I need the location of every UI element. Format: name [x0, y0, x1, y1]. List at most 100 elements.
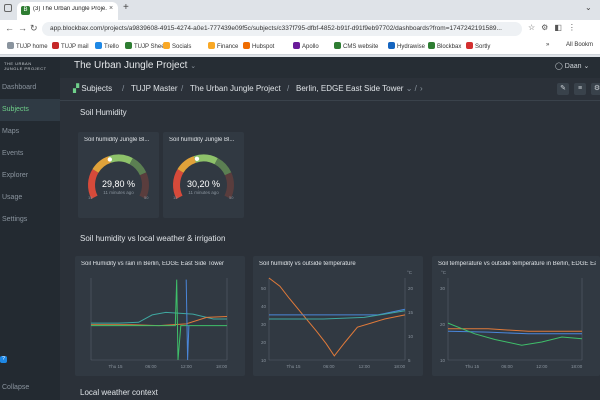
edit-icon[interactable]: ✎ [557, 83, 569, 95]
line-chart-card[interactable]: Soil humidity vs outside temperature Thu … [253, 256, 423, 376]
user-icon: ◯ [555, 63, 563, 70]
bookmark-item[interactable]: Apollo [293, 42, 319, 50]
chevron-down-icon: ⌄ / [405, 84, 417, 93]
address-bar: ← → ↻ app.blockbax.com/projects/a9839608… [0, 20, 600, 38]
bookmark-item[interactable]: Hubspot [243, 42, 274, 50]
bookmark-item[interactable]: Finance [208, 42, 238, 50]
blockbax-favicon-icon: B [21, 6, 30, 15]
user-menu[interactable]: ◯ Daan ⌄ [555, 62, 589, 70]
gauge-card[interactable]: Soil humidity Jungle Bl... 29,80 % 11 minu… [78, 132, 159, 218]
y-tick-label: 10 [440, 358, 446, 363]
breadcrumb-project[interactable]: The Urban Jungle Project [190, 84, 281, 93]
extension-icons[interactable]: ☆⚙◧⋮ [528, 23, 582, 32]
gauge-card[interactable]: Soil humidity Jungle Bl... 30,20 % 11 minu… [163, 132, 244, 218]
series-line [91, 316, 228, 327]
project-switcher[interactable]: The Urban Jungle Project ⌄ [74, 60, 196, 71]
breadcrumb-separator: / [287, 84, 290, 93]
bookmark-item[interactable]: TUJP home [7, 42, 48, 50]
sidebar-item-dashboard[interactable]: Dashboard [0, 77, 60, 99]
breadcrumb-location[interactable]: Berlin, EDGE East Side Tower ⌄ / [296, 84, 417, 93]
forward-icon[interactable]: → [18, 23, 27, 33]
bookmark-label: Hubspot [252, 44, 275, 50]
bookmark-label: TUJP home [16, 44, 48, 50]
breadcrumb-separator: / [181, 84, 184, 93]
y-tick-label: 50 [261, 286, 267, 291]
x-tick-label: 18:00 [571, 364, 583, 369]
gauge-arc [173, 154, 234, 199]
x-tick-label: 18:00 [216, 364, 228, 369]
gauge-arc [88, 154, 149, 199]
bookmark-item[interactable]: Sortly [466, 42, 490, 50]
bookmark-label: Apollo [302, 44, 319, 50]
bookmark-label: Finance [217, 44, 239, 50]
bookmarks-more-button[interactable]: » [546, 42, 549, 48]
back-icon[interactable]: ← [5, 23, 14, 33]
bookmark-icon [428, 42, 435, 49]
tab-search-icon[interactable] [4, 4, 12, 12]
y-tick-label: 40 [261, 304, 267, 309]
y-tick-label: 30 [261, 322, 267, 327]
y-right-tick-label: 5 [408, 358, 411, 363]
section-title-weather: Soil humidity vs local weather & irrigat… [80, 234, 226, 243]
gauge-segment [177, 156, 197, 173]
series-line [91, 279, 227, 361]
bookmark-item[interactable]: CMS website [334, 42, 378, 50]
bookmark-icon [163, 42, 170, 49]
app-logo[interactable]: THE URBAN JUNGLE PROJECT [4, 61, 47, 71]
gauge-value: 30,20 % [186, 179, 221, 189]
gauge-segment [129, 158, 147, 176]
new-tab-button[interactable]: + [123, 2, 129, 13]
bookmark-item[interactable]: Blockbax [428, 42, 461, 50]
section-title-local-weather: Local weather context [80, 388, 158, 397]
line-chart-card[interactable]: Soil Humidity vs rain in Berlin, EDGE Ea… [75, 256, 245, 376]
sidebar-item-settings[interactable]: Settings [0, 209, 60, 231]
list-icon[interactable]: ≡ [574, 83, 586, 95]
y-right-tick-label: 20 [408, 286, 414, 291]
y-right-tick-label: 10 [408, 334, 414, 339]
bookmark-icon [125, 42, 132, 49]
y-right-tick-label: 15 [408, 310, 414, 315]
bookmark-label: TUJP mail [61, 44, 89, 50]
all-bookmarks-button[interactable]: All Bookm [566, 42, 593, 48]
tab-close-icon[interactable]: × [109, 5, 113, 12]
bookmark-item[interactable]: Socials [163, 42, 191, 50]
breadcrumb-location-label: Berlin, EDGE East Side Tower [296, 84, 404, 93]
chevron-right-icon[interactable]: › [420, 84, 423, 93]
reload-icon[interactable]: ↻ [30, 23, 38, 34]
tab-list-chevron-icon[interactable]: ⌄ [585, 3, 592, 12]
x-tick-label: 06:00 [323, 364, 335, 369]
breadcrumb-subjects[interactable]: ▞ Subjects [73, 84, 112, 93]
line-chart: Thu 15 06:00 12:00 18:00 30 20 10 °C [440, 270, 583, 369]
bookmark-item[interactable]: Trello [95, 42, 119, 50]
sidebar-item-subjects[interactable]: Subjects [0, 99, 60, 121]
bookmark-icon [466, 42, 473, 49]
sidebar: THE URBAN JUNGLE PROJECT Dashboard Subjec… [0, 57, 60, 400]
bookmark-icon [95, 42, 102, 49]
y-right-unit-label: °C [407, 270, 413, 275]
browser-tab[interactable]: B (3) The Urban Jungle Proje... × [17, 2, 118, 20]
url-field[interactable]: app.blockbax.com/projects/a9839608-4915-… [42, 22, 522, 36]
sidebar-item-usage[interactable]: Usage [0, 187, 60, 209]
breadcrumb-separator: / [122, 84, 125, 93]
chevron-down-icon: ⌄ [190, 63, 197, 70]
sidebar-item-events[interactable]: Events [0, 143, 60, 165]
gauge-max-label: 50 [144, 195, 149, 200]
bookmark-label: Blockbax [437, 44, 462, 50]
bookmark-item[interactable]: TUJP mail [52, 42, 89, 50]
y-tick-label: 20 [261, 340, 267, 345]
sidebar-item-explorer[interactable]: Explorer [0, 165, 60, 187]
y-tick-label: 10 [261, 358, 267, 363]
gauge-segment [92, 156, 112, 173]
x-tick-label: 12:00 [359, 364, 371, 369]
sidebar-item-maps[interactable]: Maps [0, 121, 60, 143]
bookmark-label: Sortly [475, 44, 491, 50]
breadcrumb-master[interactable]: TUJP Master [131, 84, 178, 93]
settings-icon[interactable]: ⚙ [591, 83, 600, 95]
help-icon[interactable]: ? [0, 356, 7, 363]
gauge-min-label: 15 [173, 195, 178, 200]
bookmark-icon [243, 42, 250, 49]
y-tick-label: 30 [440, 286, 446, 291]
bookmark-item[interactable]: Hydrawise [388, 42, 425, 50]
collapse-button[interactable]: Collapse [2, 384, 29, 391]
line-chart-card[interactable]: Soil temperature vs outside temperature … [432, 256, 600, 376]
